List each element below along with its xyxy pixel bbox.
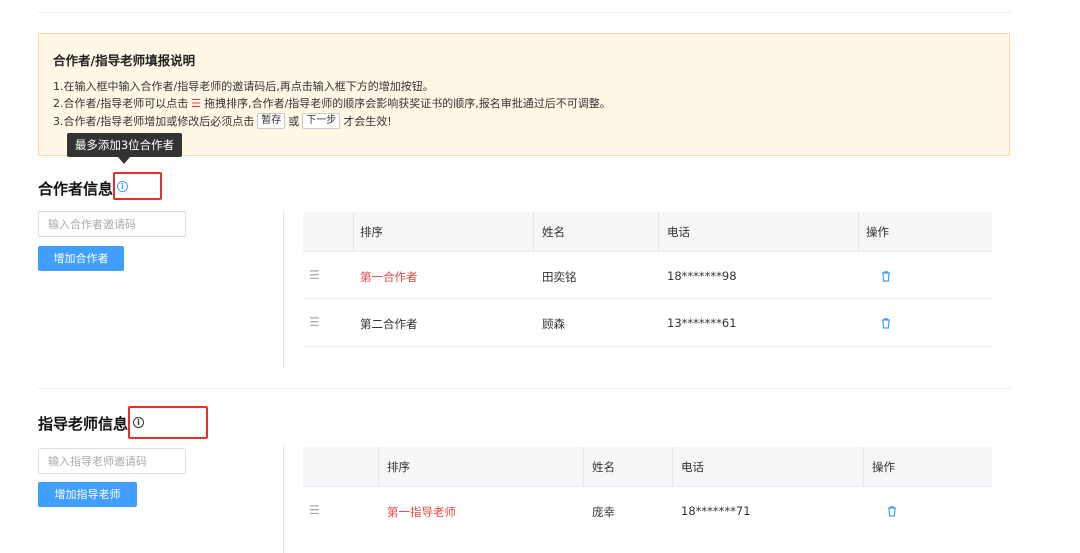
instructions-notice: 合作者/指导老师填报说明 1.在输入框中输入合作者/指导老师的邀请码后,再点击输…: [38, 33, 1010, 156]
header-divider: [658, 212, 659, 251]
column-header-order: 排序: [360, 225, 383, 239]
add-partner-button[interactable]: 增加合作者: [38, 246, 124, 271]
top-divider: [38, 12, 1012, 13]
drag-handle-icon[interactable]: ☰: [309, 268, 320, 282]
advisor-order: 第一指导老师: [387, 505, 456, 519]
advisor-phone: 18*******71: [681, 504, 751, 518]
delete-icon[interactable]: [880, 317, 892, 329]
header-divider: [353, 212, 354, 251]
column-header-name: 姓名: [542, 225, 565, 239]
notice-line-2: 2.合作者/指导老师可以点击 ☰ 拖拽排序,合作者/指导老师的顺序会影响获奖证书…: [53, 95, 611, 111]
add-advisor-button[interactable]: 增加指导老师: [38, 482, 137, 507]
header-divider: [858, 212, 859, 251]
partner-phone: 13*******61: [667, 316, 737, 330]
notice-line-2-suffix: 拖拽排序,合作者/指导老师的顺序会影响获奖证书的顺序,报名审批通过后不可调整。: [204, 97, 611, 110]
notice-line-3: 3.合作者/指导老师增加或修改后必须点击 暂存 或 下一步 才会生效!: [53, 113, 392, 129]
next-step-chip: 下一步: [302, 113, 341, 129]
column-header-phone: 电话: [681, 460, 704, 474]
section-divider: [38, 388, 1012, 389]
advisor-panel-divider: [283, 446, 284, 553]
header-divider: [378, 447, 379, 486]
partner-phone: 18*******98: [667, 269, 737, 283]
partner-order: 第一合作者: [360, 270, 418, 284]
delete-icon[interactable]: [880, 270, 892, 282]
annotation-highlight-box: [113, 172, 162, 200]
header-divider: [533, 212, 534, 251]
notice-line-3-mid: 或: [288, 115, 300, 128]
row-divider: [303, 298, 992, 299]
row-divider: [303, 346, 992, 347]
partner-order: 第二合作者: [360, 317, 418, 331]
notice-line-3-suffix: 才会生效!: [343, 115, 392, 128]
column-header-name: 姓名: [592, 460, 615, 474]
column-header-actions: 操作: [872, 460, 895, 474]
drag-handle-icon: ☰: [191, 96, 202, 110]
column-header-phone: 电话: [667, 225, 690, 239]
notice-line-2-prefix: 2.合作者/指导老师可以点击: [53, 97, 189, 110]
delete-icon[interactable]: [886, 505, 898, 517]
advisor-invite-code-input[interactable]: [38, 448, 186, 474]
column-header-order: 排序: [387, 460, 410, 474]
advisor-name: 庞幸: [592, 505, 615, 519]
annotation-highlight-box: [128, 406, 208, 439]
row-divider: [303, 486, 992, 487]
header-divider: [583, 447, 584, 486]
header-divider: [863, 447, 864, 486]
partner-name: 顾森: [542, 317, 565, 331]
drag-handle-icon[interactable]: ☰: [309, 503, 320, 517]
notice-line-1: 1.在输入框中输入合作者/指导老师的邀请码后,再点击输入框下方的增加按钮。: [53, 80, 434, 93]
partner-name: 田奕铭: [542, 270, 577, 284]
column-header-actions: 操作: [866, 225, 889, 239]
notice-line-3-prefix: 3.合作者/指导老师增加或修改后必须点击: [53, 115, 255, 128]
drag-handle-icon[interactable]: ☰: [309, 315, 320, 329]
header-divider: [672, 447, 673, 486]
tooltip-arrow: [118, 157, 130, 164]
advisors-section-title: 指导老师信息: [38, 415, 129, 433]
notice-title: 合作者/指导老师填报说明: [53, 53, 196, 68]
partners-section-title: 合作者信息: [38, 180, 114, 198]
save-draft-chip: 暂存: [257, 113, 286, 129]
partner-limit-tooltip: 最多添加3位合作者: [67, 133, 182, 157]
row-divider: [303, 251, 992, 252]
partner-panel-divider: [283, 211, 284, 369]
partner-invite-code-input[interactable]: [38, 211, 186, 237]
